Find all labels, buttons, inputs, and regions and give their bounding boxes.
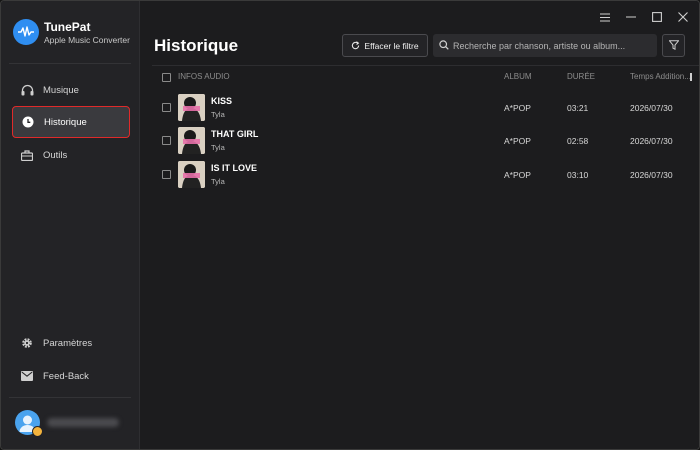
track-album: A*POP	[504, 103, 531, 113]
search-input[interactable]	[453, 40, 653, 51]
window-controls	[599, 11, 689, 23]
sidebar-item-feedback[interactable]: Feed-Back	[12, 360, 130, 392]
app-subtitle: Apple Music Converter	[44, 35, 130, 45]
sidebar-item-musique[interactable]: Musique	[12, 74, 130, 106]
minimize-icon[interactable]	[625, 11, 637, 23]
column-info-audio[interactable]: INFOS AUDIO	[178, 72, 230, 81]
table-header: INFOS AUDIO ALBUM DURÉE Temps Addition..…	[140, 67, 699, 87]
sidebar-item-label: Outils	[43, 149, 68, 161]
sidebar-divider	[9, 63, 131, 64]
clear-filter-label: Effacer le filtre	[364, 40, 419, 51]
row-checkbox[interactable]	[162, 136, 171, 145]
brand: TunePat Apple Music Converter	[13, 19, 138, 49]
clear-filter-button[interactable]: Effacer le filtre	[342, 34, 428, 57]
toolbox-icon	[20, 148, 34, 162]
menu-icon[interactable]	[599, 11, 611, 23]
maximize-icon[interactable]	[651, 11, 663, 23]
track-artist: Tyla	[211, 177, 225, 186]
app-name: TunePat	[44, 20, 91, 34]
table-row[interactable]: KISS Tyla A*POP 03:21 2026/07/30	[140, 91, 699, 125]
sidebar-item-historique[interactable]: Historique	[12, 106, 130, 138]
column-resize-handle[interactable]	[690, 73, 692, 81]
track-added: 2026/07/30	[630, 170, 673, 180]
track-duration: 02:58	[567, 136, 589, 146]
close-icon[interactable]	[677, 11, 689, 23]
tunepat-logo-icon	[13, 19, 39, 45]
sidebar-item-label: Feed-Back	[43, 370, 89, 382]
column-duration[interactable]: DURÉE	[567, 72, 595, 81]
mail-icon	[20, 369, 34, 383]
table-row[interactable]: THAT GIRL Tyla A*POP 02:58 2026/07/30	[140, 124, 699, 158]
column-added[interactable]: Temps Addition...	[630, 72, 690, 81]
filter-button[interactable]	[662, 34, 685, 57]
track-duration: 03:21	[567, 103, 589, 113]
row-checkbox[interactable]	[162, 103, 171, 112]
sidebar-item-label: Paramètres	[43, 337, 93, 349]
sidebar-item-label: Historique	[44, 116, 87, 128]
track-added: 2026/07/30	[630, 103, 673, 113]
username-redacted	[47, 418, 119, 427]
refresh-icon	[351, 37, 360, 55]
filter-icon	[667, 37, 680, 55]
column-album[interactable]: ALBUM	[504, 72, 532, 81]
album-art	[178, 94, 205, 121]
table-row[interactable]: IS IT LOVE Tyla A*POP 03:10 2026/07/30	[140, 158, 699, 192]
avatar[interactable]	[15, 410, 43, 437]
row-checkbox[interactable]	[162, 170, 171, 179]
headphones-icon	[20, 83, 34, 97]
search-icon	[439, 37, 449, 55]
track-title: THAT GIRL	[211, 129, 259, 139]
track-artist: Tyla	[211, 110, 225, 119]
track-title: KISS	[211, 96, 233, 106]
sidebar-divider	[9, 397, 131, 398]
album-art	[178, 127, 205, 154]
sidebar-item-label: Musique	[43, 84, 79, 96]
track-album: A*POP	[504, 170, 531, 180]
page-title: Historique	[154, 36, 239, 55]
track-duration: 03:10	[567, 170, 589, 180]
search-box	[433, 34, 657, 57]
main-panel: Historique Effacer le filtre Recherche p…	[140, 1, 699, 449]
sidebar-item-parametres[interactable]: Paramètres	[12, 327, 130, 359]
app-window: TunePat Apple Music Converter Musique Hi…	[0, 0, 700, 450]
track-artist: Tyla	[211, 143, 225, 152]
album-art	[178, 161, 205, 188]
clock-icon	[21, 115, 35, 129]
track-title: IS IT LOVE	[211, 163, 258, 173]
gear-icon	[20, 336, 34, 350]
track-added: 2026/07/30	[630, 136, 673, 146]
sidebar: TunePat Apple Music Converter Musique Hi…	[1, 1, 140, 449]
track-album: A*POP	[504, 136, 531, 146]
premium-badge-icon	[32, 426, 43, 437]
select-all-checkbox[interactable]	[162, 73, 171, 82]
header-divider	[152, 65, 699, 66]
sidebar-item-outils[interactable]: Outils	[12, 139, 130, 171]
